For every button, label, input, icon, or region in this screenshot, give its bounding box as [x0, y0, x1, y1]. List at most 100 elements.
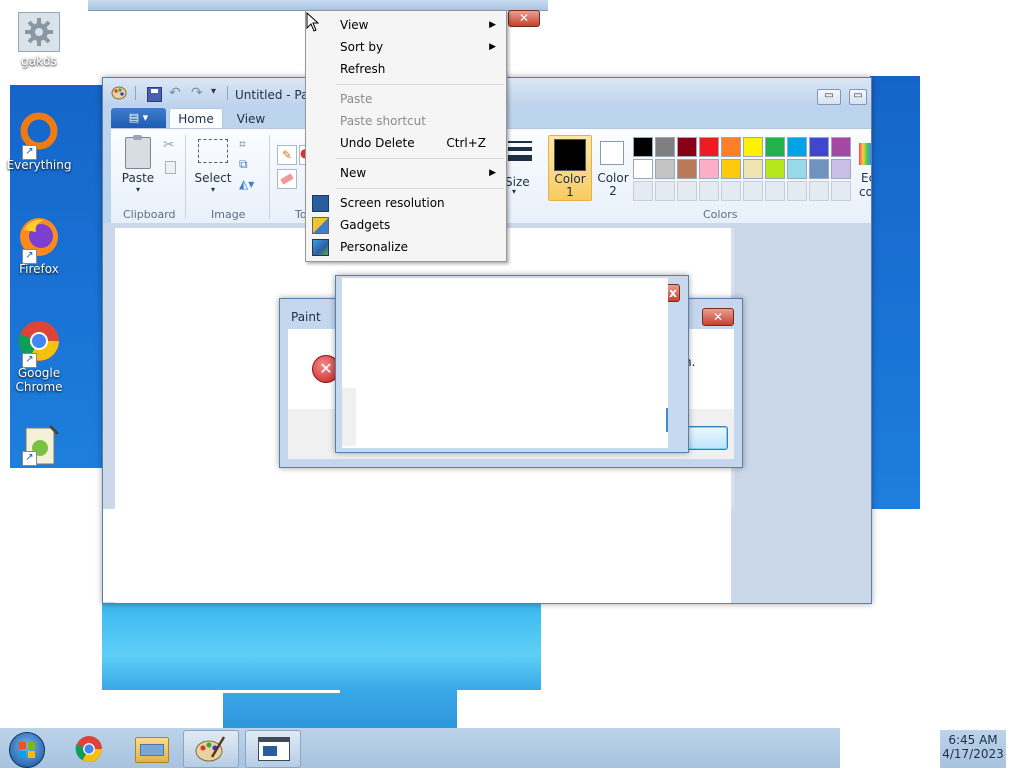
front-dialog-close-button[interactable]: x [666, 284, 680, 302]
redo-icon[interactable]: ↷ [191, 85, 203, 101]
undo-icon[interactable]: ↶ [169, 85, 181, 101]
color-swatch[interactable] [699, 181, 719, 201]
menu-divider [336, 84, 504, 85]
color-swatch[interactable] [765, 137, 785, 157]
desktop-background-bottom-2 [223, 690, 457, 728]
color-swatch[interactable] [787, 159, 807, 179]
menu-item-sort-by[interactable]: Sort by ▶ [306, 36, 506, 58]
desktop-icon-notepad[interactable]: ↗ [4, 424, 74, 468]
menu-item-new[interactable]: New ▶ [306, 162, 506, 184]
quick-access-separator-2 [227, 86, 228, 100]
edit-colors-label: Ec [861, 171, 871, 185]
color-swatch[interactable] [831, 181, 851, 201]
rotate-icon[interactable]: ◭▾ [239, 177, 254, 191]
color-swatch[interactable] [831, 159, 851, 179]
menu-item-undo-delete[interactable]: Undo Delete Ctrl+Z [306, 132, 506, 154]
windows-logo-icon [9, 732, 45, 768]
color-swatch[interactable] [831, 137, 851, 157]
menu-item-refresh[interactable]: Refresh [306, 58, 506, 80]
color-swatch[interactable] [787, 137, 807, 157]
menu-item-gadgets[interactable]: Gadgets [306, 214, 506, 236]
color-swatch[interactable] [655, 181, 675, 201]
desktop-icon-label: gakds [21, 54, 57, 68]
gadgets-icon [312, 217, 329, 234]
eraser-icon[interactable] [277, 169, 297, 189]
desktop-icon-gakds[interactable]: gakds [4, 12, 74, 68]
menu-shortcut: Ctrl+Z [446, 136, 486, 150]
color-swatch[interactable] [721, 137, 741, 157]
color1-button[interactable]: Color 1 [548, 135, 592, 201]
edit-colors-button[interactable]: Ec co [855, 139, 871, 205]
color-swatch[interactable] [765, 181, 785, 201]
desktop-icon-label: Google Chrome [15, 366, 63, 394]
color-swatch[interactable] [721, 159, 741, 179]
taskbar-explorer[interactable] [124, 730, 180, 768]
desktop-icon-firefox[interactable]: ↗ Firefox [4, 214, 74, 276]
system-clock[interactable]: 6:45 AM 4/17/2023 [940, 730, 1006, 768]
color-swatch[interactable] [677, 159, 697, 179]
color-swatch[interactable] [655, 137, 675, 157]
color-swatch[interactable] [721, 181, 741, 201]
desktop-icon-google-chrome[interactable]: ↗ Google Chrome [4, 318, 74, 394]
color-swatch[interactable] [765, 159, 785, 179]
color-swatch[interactable] [809, 181, 829, 201]
menu-item-screen-resolution[interactable]: Screen resolution [306, 192, 506, 214]
color-swatch[interactable] [633, 181, 653, 201]
file-menu-button[interactable]: ▤ ▾ [111, 108, 166, 128]
color2-button[interactable]: Color 2 [593, 135, 633, 199]
color-swatch[interactable] [655, 159, 675, 179]
paste-button[interactable]: Paste ▾ [117, 135, 159, 197]
front-dialog-button-edge[interactable] [666, 408, 668, 432]
tab-home[interactable]: Home [169, 108, 223, 130]
cut-icon[interactable]: ✂ [163, 137, 175, 153]
color-swatch[interactable] [699, 137, 719, 157]
maximize-button[interactable]: ▭ [849, 89, 867, 105]
size-icon[interactable] [508, 141, 532, 167]
desktop-background-right [870, 76, 920, 509]
desktop-context-menu: View ▶ Sort by ▶ Refresh Paste Paste sho… [305, 10, 507, 262]
notepad-icon: ↗ [16, 424, 62, 466]
customize-quick-access-icon[interactable]: ▾ [211, 86, 216, 97]
color-swatch[interactable] [743, 159, 763, 179]
quick-access-separator [135, 86, 136, 100]
color-swatch[interactable] [633, 159, 653, 179]
select-label: Select [194, 171, 232, 185]
ring-icon: ↗ [16, 110, 62, 160]
taskbar-notepad[interactable] [245, 730, 301, 768]
minimize-button[interactable]: ▭ [817, 89, 841, 105]
color-swatch[interactable] [699, 159, 719, 179]
crop-icon[interactable]: ⌗ [239, 137, 246, 152]
front-dialog-footer [342, 388, 356, 446]
start-button[interactable] [6, 730, 46, 768]
color-swatch[interactable] [809, 137, 829, 157]
color-swatch[interactable] [787, 181, 807, 201]
save-icon[interactable] [147, 87, 162, 102]
color-swatch[interactable] [809, 159, 829, 179]
paint-error-dialog-close-button[interactable]: ✕ [702, 308, 734, 326]
select-button[interactable]: Select ▾ [191, 135, 235, 197]
color-swatch[interactable] [677, 137, 697, 157]
color-swatch[interactable] [677, 181, 697, 201]
pencil-icon[interactable]: ✎ [277, 145, 297, 165]
paint-icon [194, 735, 226, 766]
background-window-close-button[interactable]: ✕ [508, 10, 540, 27]
paste-dropdown-icon: ▾ [135, 185, 140, 194]
select-rectangle-icon [198, 139, 228, 163]
copy-icon[interactable] [165, 161, 176, 174]
ribbon-separator [185, 135, 186, 219]
color-swatch[interactable] [743, 137, 763, 157]
menu-item-personalize[interactable]: Personalize [306, 236, 506, 258]
monitor-icon [312, 195, 329, 212]
color-swatch[interactable] [633, 137, 653, 157]
menu-item-view[interactable]: View ▶ [306, 14, 506, 36]
desktop-icon-everything[interactable]: ↗ Everything [4, 110, 74, 172]
mouse-cursor-icon [306, 11, 320, 32]
color1-label: Color [554, 172, 586, 186]
color-palette [633, 137, 863, 203]
taskbar-chrome[interactable] [62, 730, 118, 768]
menu-item-paste: Paste [340, 92, 373, 106]
tab-view[interactable]: View [227, 108, 275, 128]
color-swatch[interactable] [743, 181, 763, 201]
resize-icon[interactable]: ⧉ [239, 157, 248, 172]
taskbar-paint[interactable] [183, 730, 239, 768]
